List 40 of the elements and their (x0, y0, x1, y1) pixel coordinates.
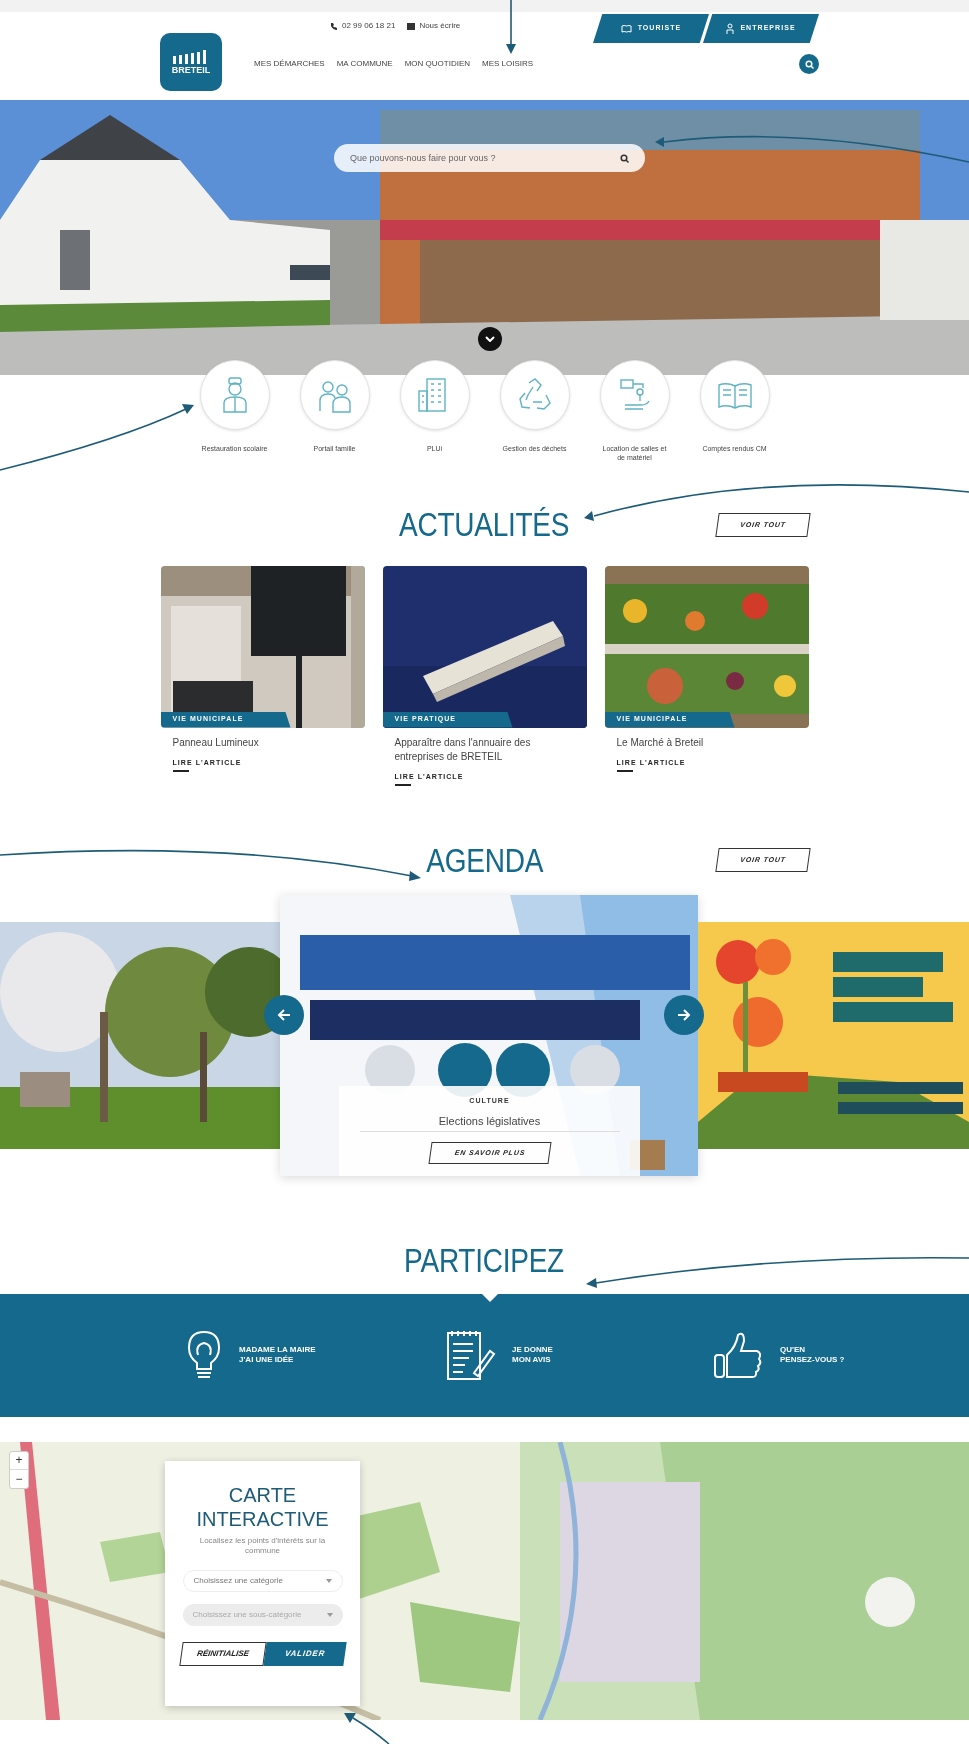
search-field[interactable]: Que pouvons-nous faire pour vous ? (334, 144, 645, 172)
notepad-with-pen-icon (444, 1329, 496, 1381)
nav-link[interactable]: MES LOISIRS (482, 58, 534, 70)
phone-icon (330, 22, 338, 30)
select-field[interactable]: Choisissez une catégorie (182, 1569, 343, 1592)
search-icon (620, 154, 629, 163)
caret-icon (325, 1578, 332, 1583)
article-title[interactable]: Le Marché à Breteil (604, 735, 809, 750)
nav-link[interactable]: MA COMMUNE (336, 58, 393, 70)
annotation-arrow (344, 1713, 390, 1744)
participation-link[interactable]: QU'EN PENSEZ-VOUS ? (780, 1345, 890, 1365)
nav-link[interactable]: MON QUOTIDIEN (404, 58, 471, 70)
lightbulb-icon (185, 1329, 223, 1381)
panel-subtitle: Localisez les points d'intérêts sur la commune (198, 1535, 327, 1556)
article-title[interactable]: Panneau Lumineux (160, 735, 365, 750)
logo-text: BRETEIL (171, 65, 211, 75)
zoom-out-button[interactable]: − (10, 1469, 28, 1488)
article-title[interactable]: Apparaître dans l'annuaire des entreprises de BRETEIL (382, 735, 587, 764)
logo[interactable]: BRETEIL (160, 33, 222, 91)
phone-number: 02 99 06 18 21 (342, 20, 396, 32)
reset-button[interactable]: RÉINITIALISE (178, 1641, 267, 1666)
person-icon (726, 23, 735, 34)
submit-button[interactable]: VALIDER (262, 1641, 347, 1666)
chevron-down-icon (485, 336, 495, 342)
annotation-arrow (506, 0, 516, 54)
section-title: AGENDA (426, 840, 543, 881)
zoom-in-button[interactable]: + (10, 1451, 28, 1470)
banner-notch (482, 1293, 498, 1302)
contact-link[interactable]: Nous écrire (419, 20, 461, 32)
section-title: ACTUALITÉS (399, 505, 570, 545)
participation-link[interactable]: JE DONNE MON AVIS (512, 1345, 622, 1365)
caret-icon (326, 1612, 333, 1617)
search-button[interactable] (799, 54, 819, 74)
book-icon (620, 24, 632, 33)
section-title: PARTICIPEZ (404, 1241, 565, 1281)
envelope-icon (407, 22, 416, 30)
participation-link[interactable]: MADAME LA MAIRE J'AI UNE IDÉE (239, 1345, 349, 1365)
nav-link[interactable]: MES DÉMARCHES (254, 58, 325, 70)
search-icon (804, 59, 814, 69)
panel-title: CARTE INTERACTIVE (195, 1482, 330, 1531)
